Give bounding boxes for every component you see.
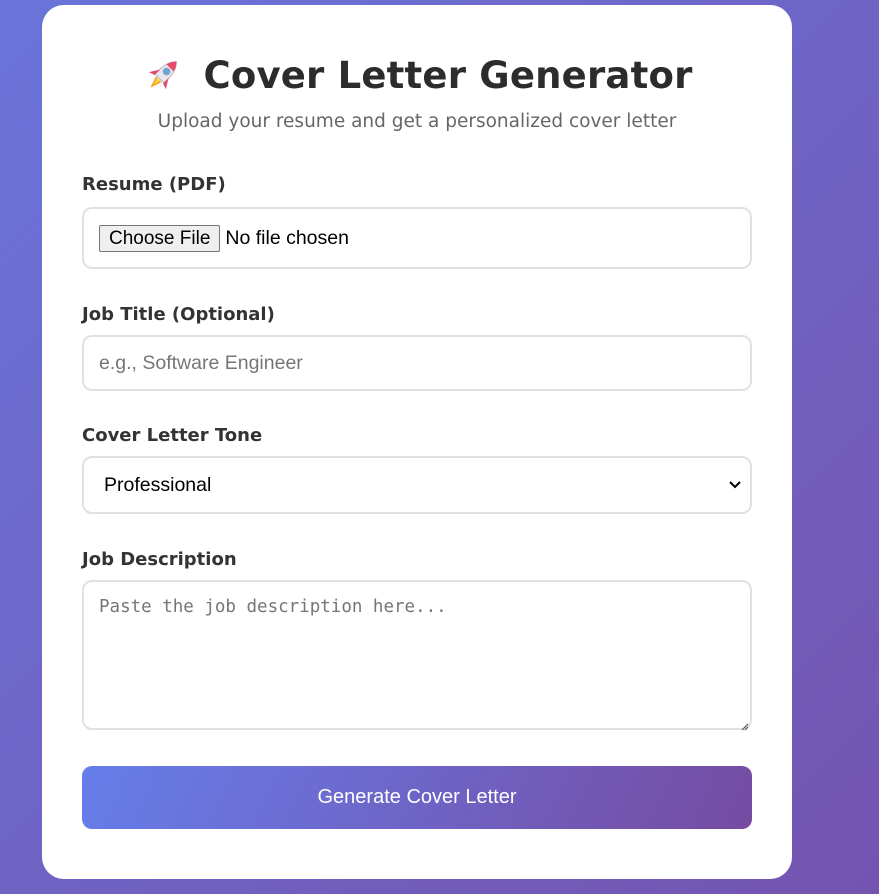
- resize-grip-icon[interactable]: [739, 721, 749, 731]
- form-card: Cover Letter Generator Upload your resum…: [42, 5, 792, 879]
- rocket-icon: [141, 53, 185, 97]
- chevron-down-icon: [729, 481, 741, 489]
- resume-label: Resume (PDF): [82, 174, 226, 195]
- page-subtitle: Upload your resume and get a personalize…: [157, 111, 677, 132]
- file-status-text: No file chosen: [225, 226, 349, 249]
- resume-file-input[interactable]: Choose File No file chosen: [82, 207, 752, 269]
- tone-selected-value: Professional: [104, 473, 212, 496]
- tone-select[interactable]: Professional: [82, 456, 752, 514]
- choose-file-button[interactable]: Choose File: [99, 224, 221, 252]
- tone-label: Cover Letter Tone: [82, 425, 263, 446]
- job-title-input[interactable]: [82, 335, 752, 391]
- job-title-label: Job Title (Optional): [82, 304, 275, 325]
- job-description-label: Job Description: [82, 549, 237, 570]
- job-description-textarea[interactable]: [82, 580, 752, 730]
- page-title: Cover Letter Generator: [203, 53, 693, 97]
- generate-cover-letter-button[interactable]: Generate Cover Letter: [82, 766, 752, 829]
- header: Cover Letter Generator: [82, 50, 752, 100]
